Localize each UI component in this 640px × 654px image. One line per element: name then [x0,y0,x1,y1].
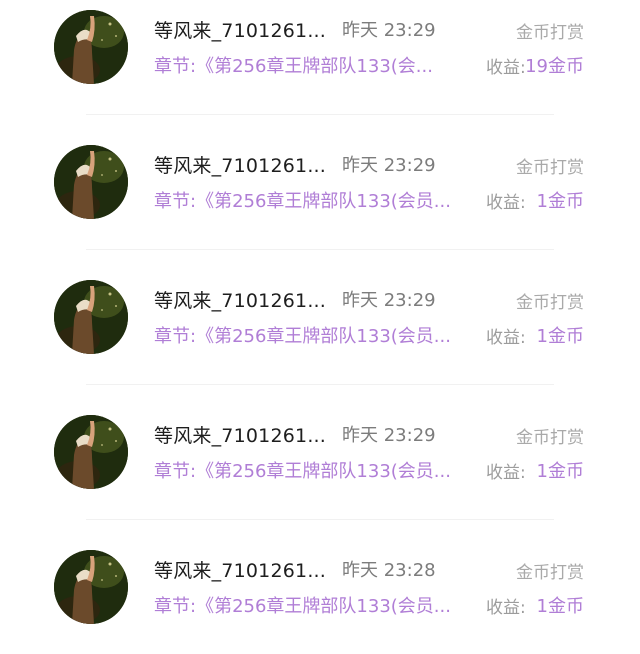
record-type-label: 金币打赏 [516,428,584,448]
chapter-link[interactable]: 章节:《第256章王牌部队133(会员... [154,457,480,483]
chapter-link[interactable]: 章节:《第256章王牌部队133(会员... [154,592,480,618]
user-name[interactable]: 等风来_7101261... [154,421,326,448]
avatar-icon[interactable] [54,280,128,354]
reward-record-row[interactable]: 等风来_7101261... 昨天 23:29 金币打赏 章节:《第256章王牌… [0,250,640,385]
user-name[interactable]: 等风来_7101261... [154,286,326,313]
record-time: 昨天 23:28 [342,560,436,581]
record-type-label: 金币打赏 [516,293,584,313]
reward-record-row[interactable]: 等风来_7101261... 昨天 23:29 金币打赏 章节:《第256章王牌… [0,115,640,250]
earnings-label: 收益: [486,58,526,78]
earnings-value: 1金币 [536,191,584,212]
record-time: 昨天 23:29 [342,155,436,176]
earnings-value: 19金币 [525,56,584,77]
chapter-link[interactable]: 章节:《第256章王牌部队133(会员... [154,322,480,348]
earnings-label: 收益: [486,463,526,483]
earnings-value: 1金币 [536,326,584,347]
earnings-value: 1金币 [536,596,584,617]
avatar-icon[interactable] [54,10,128,84]
record-time: 昨天 23:29 [342,425,436,446]
reward-record-row[interactable]: 等风来_7101261... 昨天 23:28 金币打赏 章节:《第256章王牌… [0,520,640,654]
reward-record-list: 等风来_7101261... 昨天 23:29 金币打赏 章节:《第256章王牌… [0,0,640,640]
user-name[interactable]: 等风来_7101261... [154,151,326,178]
earnings-label: 收益: [486,193,526,213]
avatar-icon[interactable] [54,145,128,219]
avatar-icon[interactable] [54,550,128,624]
user-name[interactable]: 等风来_7101261... [154,556,326,583]
record-type-label: 金币打赏 [516,23,584,43]
user-name[interactable]: 等风来_7101261... [154,16,326,43]
earnings-label: 收益: [486,598,526,618]
record-time: 昨天 23:29 [342,20,436,41]
chapter-link[interactable]: 章节:《第256章王牌部队133(会... [154,52,480,78]
reward-record-row[interactable]: 等风来_7101261... 昨天 23:29 金币打赏 章节:《第256章王牌… [0,385,640,520]
record-type-label: 金币打赏 [516,158,584,178]
chapter-link[interactable]: 章节:《第256章王牌部队133(会员... [154,187,480,213]
reward-record-row[interactable]: 等风来_7101261... 昨天 23:29 金币打赏 章节:《第256章王牌… [0,0,640,115]
record-type-label: 金币打赏 [516,563,584,583]
avatar-icon[interactable] [54,415,128,489]
earnings-label: 收益: [486,328,526,348]
earnings-value: 1金币 [536,461,584,482]
record-time: 昨天 23:29 [342,290,436,311]
